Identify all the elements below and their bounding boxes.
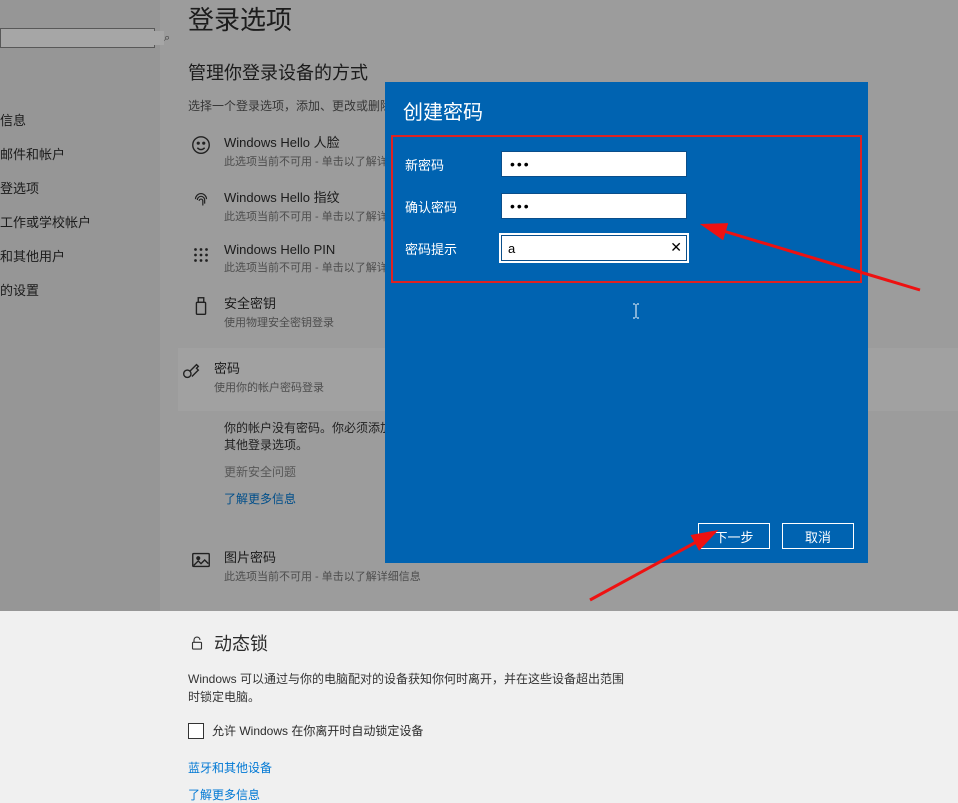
sidebar-item-mail-accounts[interactable]: 邮件和帐户 <box>0 138 65 172</box>
lock-icon <box>188 634 206 652</box>
pin-icon <box>188 242 214 268</box>
search-icon: ⌕ <box>164 32 170 45</box>
dialog-button-bar: 下一步 取消 <box>698 523 854 549</box>
option-security-key-title: 安全密钥 <box>224 293 334 312</box>
new-password-value: ••• <box>510 156 531 172</box>
sidebar: ⌕ 信息 邮件和帐户 登选项 工作或学校帐户 和其他用户 的设置 <box>0 0 160 611</box>
option-password-title: 密码 <box>214 358 324 377</box>
password-hint-field[interactable]: ✕ <box>501 235 687 261</box>
bluetooth-link[interactable]: 蓝牙和其他设备 <box>188 759 958 776</box>
row-new-password: 新密码 ••• <box>405 151 848 177</box>
option-password-desc: 使用你的帐户密码登录 <box>214 379 324 395</box>
sidebar-item-work-school[interactable]: 工作或学校帐户 <box>0 206 91 240</box>
search-input[interactable] <box>1 31 164 45</box>
clear-icon[interactable]: ✕ <box>670 239 682 256</box>
page-title: 登录选项 <box>188 0 958 37</box>
new-password-field[interactable]: ••• <box>501 151 687 177</box>
row-password-hint: 密码提示 ✕ <box>405 235 848 261</box>
option-picture-desc: 此选项当前不可用 - 单击以了解详细信息 <box>224 568 421 584</box>
dynamic-lock-checkbox-label: 允许 Windows 在你离开时自动锁定设备 <box>212 722 423 739</box>
dynamic-lock-desc: Windows 可以通过与你的电脑配对的设备获知你何时离开，并在这些设备超出范围… <box>188 670 628 706</box>
sidebar-item-other-users[interactable]: 和其他用户 <box>0 240 65 274</box>
confirm-password-value: ••• <box>510 198 531 214</box>
dynamic-lock-title: 动态锁 <box>188 630 958 656</box>
row-confirm-password: 确认密码 ••• <box>405 193 848 219</box>
key-icon <box>178 358 204 384</box>
password-hint-label: 密码提示 <box>405 239 501 258</box>
usb-icon <box>188 293 214 319</box>
dialog-title: 创建密码 <box>385 82 868 135</box>
option-security-key-desc: 使用物理安全密钥登录 <box>224 314 334 330</box>
dynamic-lock-checkbox-row[interactable]: 允许 Windows 在你离开时自动锁定设备 <box>188 722 958 739</box>
new-password-label: 新密码 <box>405 155 501 174</box>
sidebar-item-info[interactable]: 信息 <box>0 104 26 138</box>
face-icon <box>188 132 214 158</box>
search-box[interactable]: ⌕ <box>0 28 155 48</box>
sidebar-item-settings[interactable]: 的设置 <box>0 274 39 308</box>
cancel-button[interactable]: 取消 <box>782 523 854 549</box>
checkbox-icon[interactable] <box>188 723 204 739</box>
confirm-password-label: 确认密码 <box>405 197 501 216</box>
fingerprint-icon <box>188 187 214 213</box>
confirm-password-field[interactable]: ••• <box>501 193 687 219</box>
text-cursor-icon <box>632 303 640 319</box>
more-link[interactable]: 了解更多信息 <box>188 786 958 803</box>
password-hint-input[interactable] <box>502 236 686 260</box>
dialog-form-area: 新密码 ••• 确认密码 ••• 密码提示 ✕ <box>391 135 862 283</box>
picture-icon <box>188 547 214 573</box>
create-password-dialog: 创建密码 新密码 ••• 确认密码 ••• 密码提示 ✕ 下一步 取消 <box>385 82 868 563</box>
sidebar-item-signin-options[interactable]: 登选项 <box>0 172 39 206</box>
next-button[interactable]: 下一步 <box>698 523 770 549</box>
